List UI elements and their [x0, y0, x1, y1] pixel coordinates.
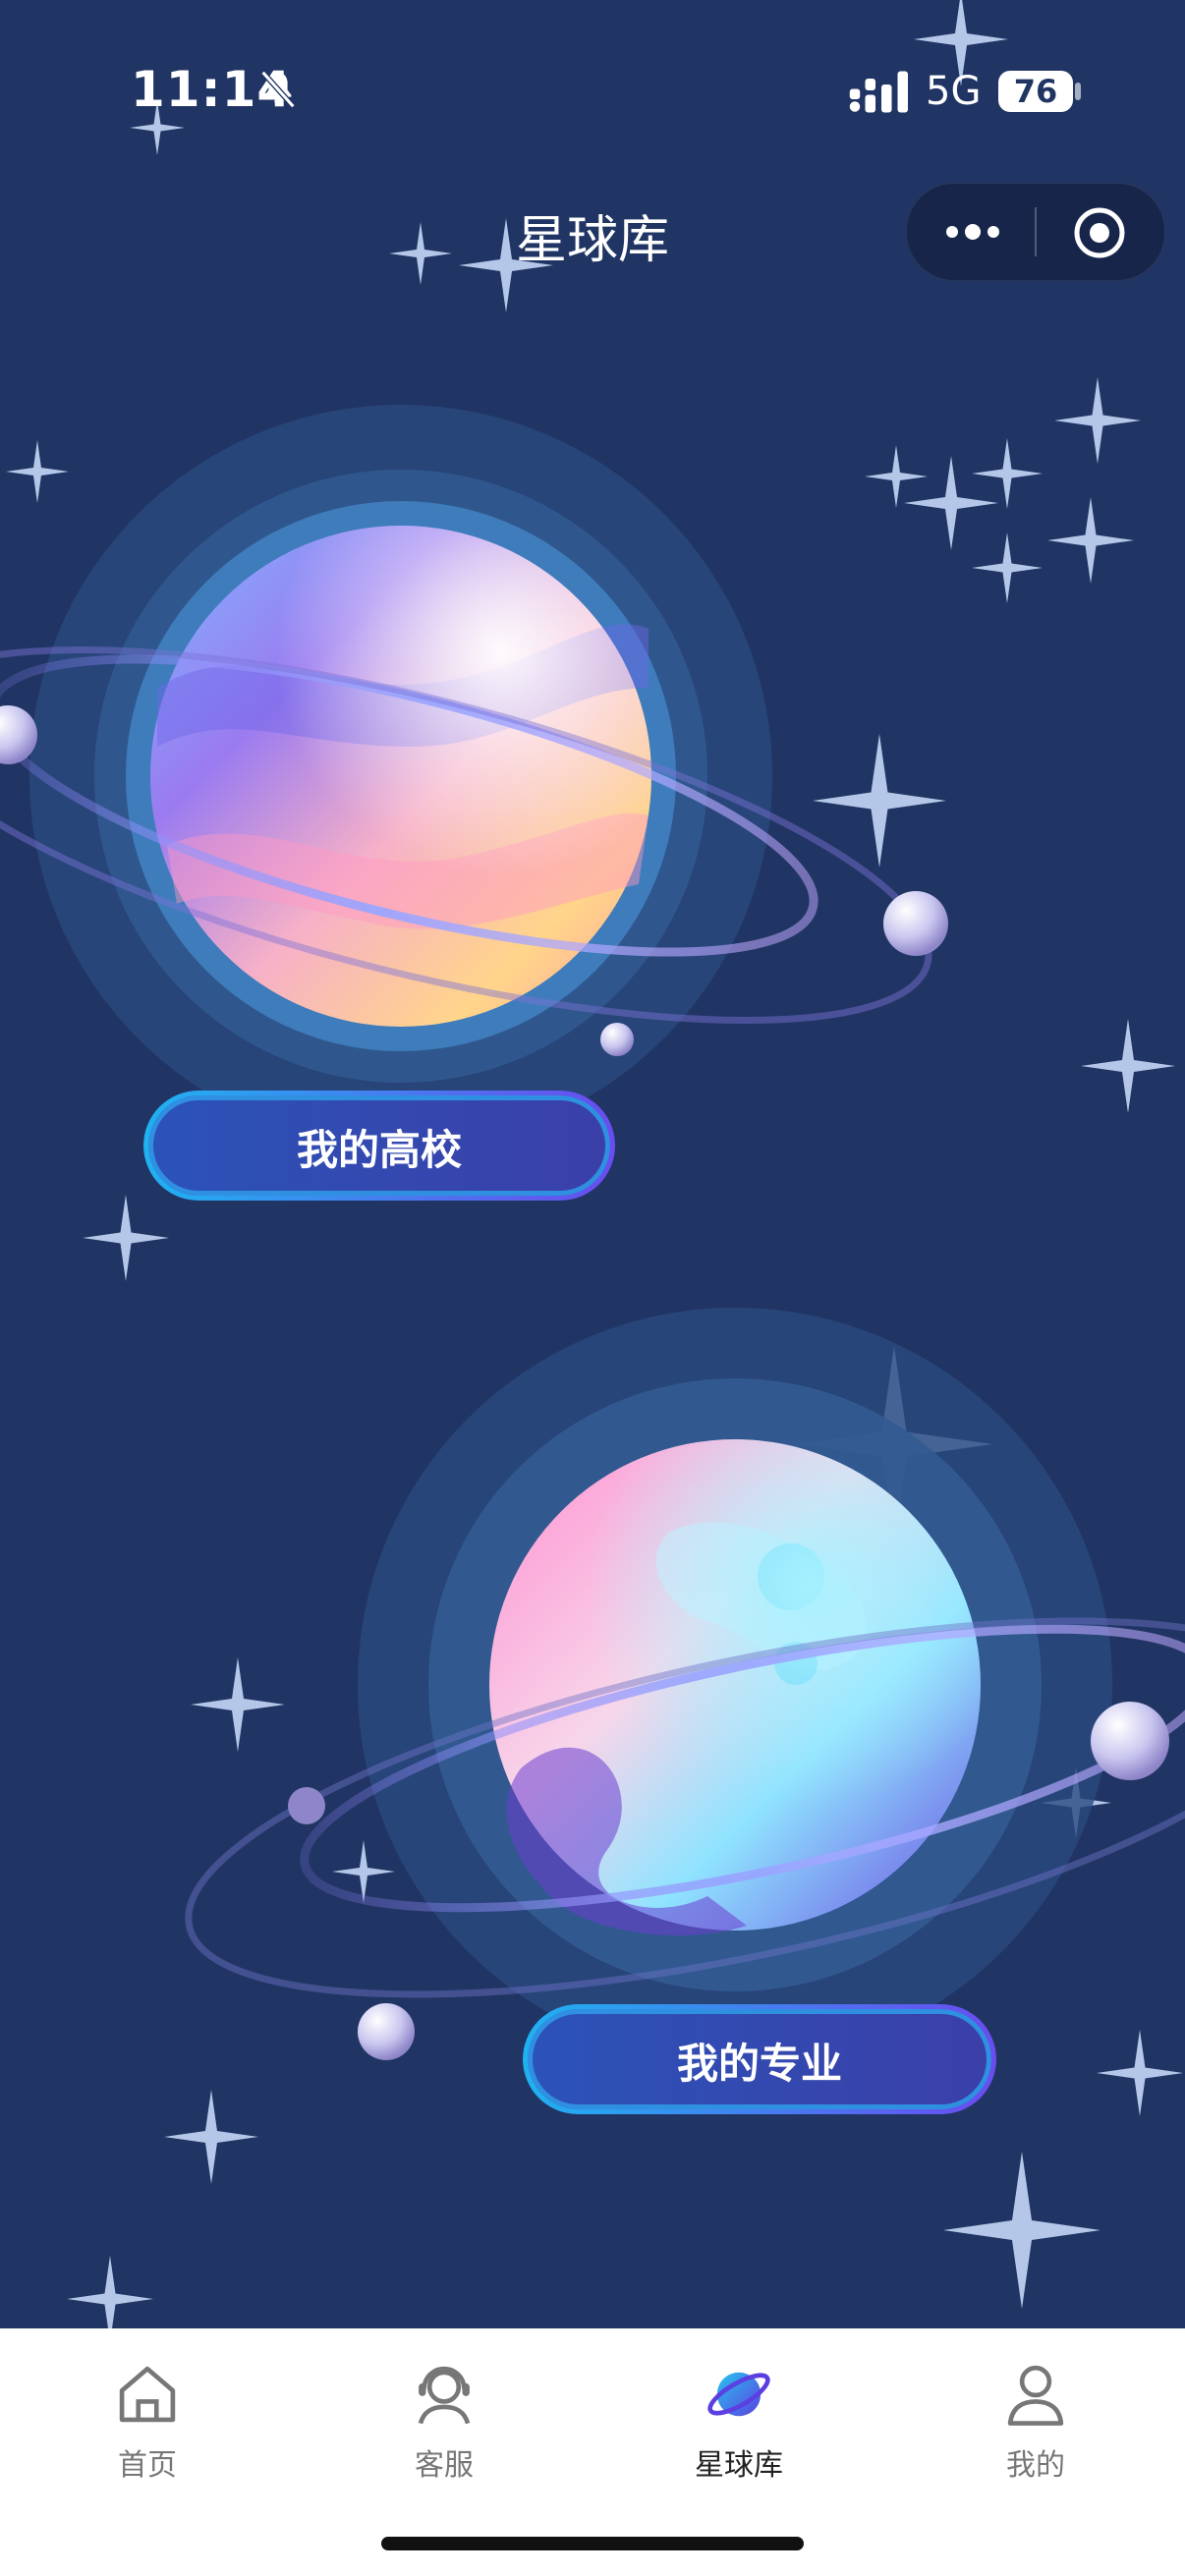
tab-planet-library[interactable]: 星球库 [641, 2342, 837, 2499]
tab-home[interactable]: 首页 [49, 2342, 246, 2499]
planet-library-screen: 11:14 5G 76 星球库 我的高校 我的专业 [0, 0, 1185, 2328]
my-major-button[interactable]: 我的专业 [523, 2004, 996, 2114]
tab-label: 我的 [1006, 2448, 1065, 2483]
close-target-icon[interactable] [1072, 205, 1127, 260]
tab-label: 首页 [118, 2448, 177, 2483]
home-indicator [381, 2537, 804, 2550]
network-label: 5G [926, 69, 982, 114]
signal-icon [849, 71, 908, 113]
my-college-button[interactable]: 我的高校 [143, 1091, 615, 1201]
battery-icon: 76 [998, 71, 1073, 112]
capsule-divider [1035, 207, 1037, 256]
headset-icon [418, 2366, 471, 2425]
battery-tip [1075, 83, 1081, 100]
user-icon [1007, 2365, 1064, 2426]
college-planet [0, 405, 948, 1148]
mini-program-capsule [906, 183, 1165, 281]
more-icon[interactable] [940, 209, 1005, 254]
bell-muted-icon [260, 70, 296, 109]
home-icon [119, 2366, 176, 2423]
tab-mine[interactable]: 我的 [937, 2342, 1134, 2499]
tab-label: 客服 [415, 2448, 474, 2483]
planet-icon [707, 2372, 770, 2417]
major-planet [185, 1308, 1185, 2062]
tab-service[interactable]: 客服 [346, 2342, 542, 2499]
tab-label: 星球库 [695, 2448, 783, 2483]
